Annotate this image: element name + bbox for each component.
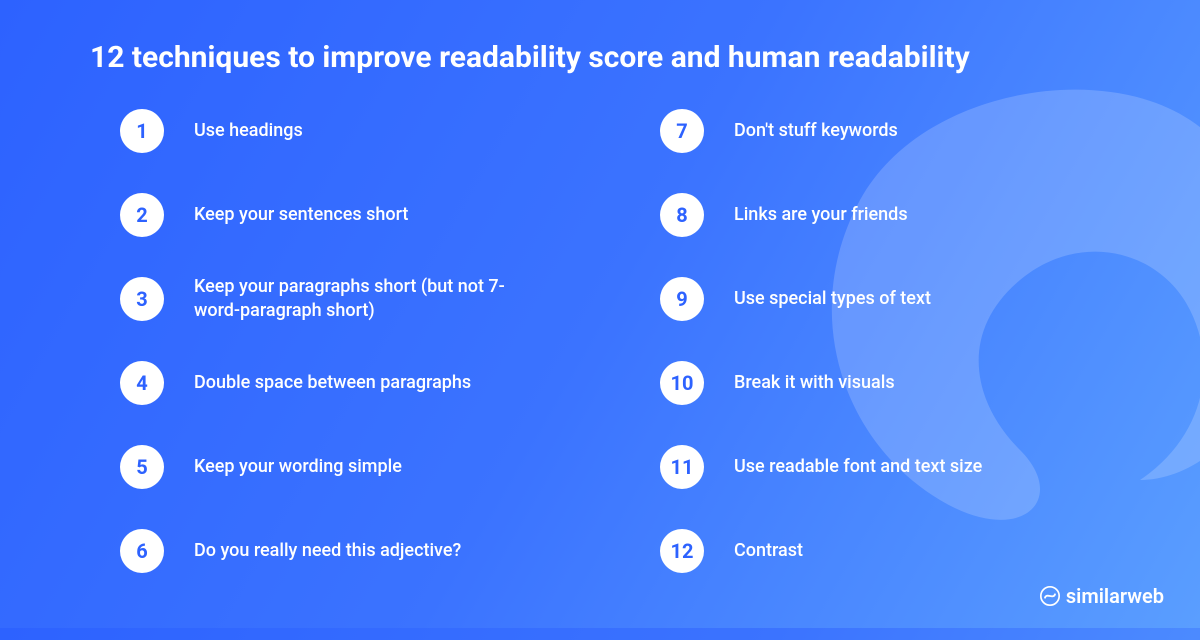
item-number: 12 <box>660 529 704 573</box>
list-item: 11 Use readable font and text size <box>660 440 1110 494</box>
item-number: 2 <box>120 193 164 237</box>
item-number: 11 <box>660 445 704 489</box>
item-number: 6 <box>120 529 164 573</box>
item-number: 4 <box>120 361 164 405</box>
list-item: 6 Do you really need this adjective? <box>120 524 570 578</box>
item-label: Keep your paragraphs short (but not 7-wo… <box>194 275 514 324</box>
item-number: 5 <box>120 445 164 489</box>
item-number: 7 <box>660 109 704 153</box>
column-right: 7 Don't stuff keywords 8 Links are your … <box>630 104 1110 578</box>
item-label: Do you really need this adjective? <box>194 539 461 563</box>
brand-text: similarweb <box>1066 584 1164 608</box>
item-label: Keep your sentences short <box>194 203 408 227</box>
brand-logo: similarweb <box>1040 584 1164 608</box>
list-item: 8 Links are your friends <box>660 188 1110 242</box>
item-label: Use headings <box>194 119 303 143</box>
item-number: 8 <box>660 193 704 237</box>
list-item: 3 Keep your paragraphs short (but not 7-… <box>120 272 570 326</box>
similarweb-icon <box>1040 586 1060 606</box>
item-label: Break it with visuals <box>734 371 895 395</box>
item-label: Links are your friends <box>734 203 908 227</box>
page-title: 12 techniques to improve readability sco… <box>90 40 1110 76</box>
list-item: 10 Break it with visuals <box>660 356 1110 410</box>
item-label: Keep your wording simple <box>194 455 402 479</box>
list-item: 4 Double space between paragraphs <box>120 356 570 410</box>
item-label: Double space between paragraphs <box>194 371 471 395</box>
column-left: 1 Use headings 2 Keep your sentences sho… <box>90 104 570 578</box>
list-item: 2 Keep your sentences short <box>120 188 570 242</box>
item-label: Don't stuff keywords <box>734 119 898 143</box>
item-number: 1 <box>120 109 164 153</box>
item-number: 3 <box>120 277 164 321</box>
list-item: 12 Contrast <box>660 524 1110 578</box>
list-item: 7 Don't stuff keywords <box>660 104 1110 158</box>
list-item: 5 Keep your wording simple <box>120 440 570 494</box>
item-number: 10 <box>660 361 704 405</box>
list-item: 1 Use headings <box>120 104 570 158</box>
item-label: Use readable font and text size <box>734 455 982 479</box>
item-label: Use special types of text <box>734 287 931 311</box>
techniques-columns: 1 Use headings 2 Keep your sentences sho… <box>90 104 1110 578</box>
list-item: 9 Use special types of text <box>660 272 1110 326</box>
item-number: 9 <box>660 277 704 321</box>
item-label: Contrast <box>734 539 803 563</box>
